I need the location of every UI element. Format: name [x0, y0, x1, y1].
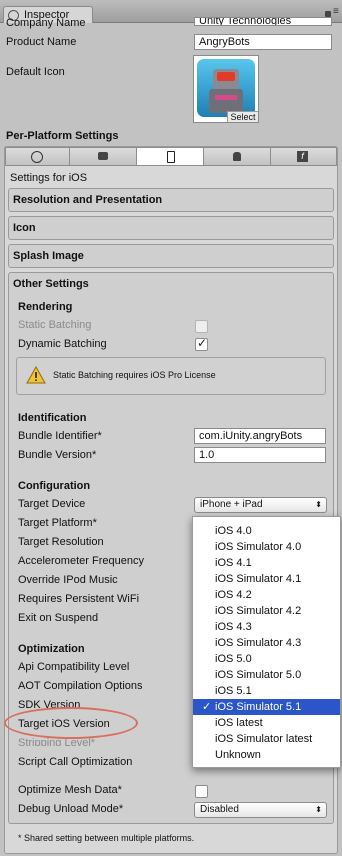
- configuration-heading: Configuration: [18, 480, 91, 492]
- flash-icon: f: [297, 151, 308, 162]
- robot-icon: [197, 59, 255, 117]
- platform-tab-webplayer[interactable]: [69, 147, 137, 166]
- dropdown-option[interactable]: iOS Simulator 4.2: [193, 603, 340, 619]
- accelerometer-label: Accelerometer Frequency: [18, 555, 144, 567]
- dropdown-option[interactable]: iOS Simulator 4.1: [193, 571, 340, 587]
- icon-section-title: Icon: [13, 222, 36, 234]
- identification-heading: Identification: [18, 412, 87, 424]
- optimization-heading: Optimization: [18, 643, 85, 655]
- override-ipod-label: Override IPod Music: [18, 574, 118, 586]
- warning-text: Static Batching requires iOS Pro License: [53, 370, 216, 380]
- select-button[interactable]: Select: [227, 111, 258, 122]
- splash-section-title: Splash Image: [13, 250, 84, 262]
- bundle-identifier-field[interactable]: com.iUnity.angryBots: [194, 428, 326, 444]
- product-name-field[interactable]: AngryBots: [194, 34, 332, 50]
- dynamic-batching-checkbox[interactable]: ✓: [195, 336, 208, 351]
- optimize-mesh-label: Optimize Mesh Data*: [18, 784, 122, 796]
- per-platform-title: Per-Platform Settings: [6, 130, 119, 142]
- bundle-version-field[interactable]: 1.0: [194, 447, 326, 463]
- splash-section[interactable]: Splash Image: [8, 244, 334, 268]
- dropdown-option[interactable]: Unknown: [193, 747, 340, 763]
- platform-tab-standalone[interactable]: [5, 147, 70, 166]
- dynamic-batching-label: Dynamic Batching: [18, 338, 107, 350]
- dropdown-option[interactable]: iOS 5.0: [193, 651, 340, 667]
- menu-icon[interactable]: ≡: [333, 6, 339, 17]
- android-icon: [233, 152, 241, 161]
- resolution-section-title: Resolution and Presentation: [13, 194, 163, 206]
- product-name-label: Product Name: [6, 36, 77, 48]
- dropdown-option[interactable]: iOS 5.1: [193, 683, 340, 699]
- rendering-heading: Rendering: [18, 301, 73, 313]
- dropdown-option[interactable]: iOS 4.0: [193, 523, 340, 539]
- warning-box: Static Batching requires iOS Pro License: [16, 357, 326, 395]
- platform-tab-ios[interactable]: [136, 147, 204, 166]
- target-device-value: iPhone + iPad: [200, 499, 263, 510]
- warning-icon: [26, 366, 46, 384]
- script-call-label: Script Call Optimization: [18, 756, 133, 768]
- default-icon-label: Default Icon: [6, 66, 65, 78]
- checkmark-icon: ✓: [202, 701, 212, 713]
- dropdown-option[interactable]: iOS 4.1: [193, 555, 340, 571]
- dropdown-option[interactable]: iOS Simulator 4.3: [193, 635, 340, 651]
- static-batching-checkbox[interactable]: [195, 320, 208, 333]
- debug-unload-label: Debug Unload Mode*: [18, 803, 124, 815]
- settings-for-label: Settings for iOS: [10, 172, 88, 184]
- icon-section[interactable]: Icon: [8, 216, 334, 240]
- company-name-label: Company Name: [6, 17, 86, 29]
- ios-version-dropdown[interactable]: iOS 4.0 iOS Simulator 4.0 iOS 4.1 iOS Simul…: [192, 516, 341, 768]
- gamepad-icon: [98, 152, 108, 160]
- exit-on-suspend-label: Exit on Suspend: [18, 612, 99, 624]
- other-settings-title[interactable]: Other Settings: [13, 278, 89, 290]
- dropdown-option[interactable]: iOS Simulator 4.0: [193, 539, 340, 555]
- platform-tab-flash[interactable]: f: [270, 147, 337, 166]
- static-batching-label: Static Batching: [18, 319, 92, 331]
- bundle-identifier-label: Bundle Identifier*: [18, 430, 102, 442]
- target-device-label: Target Device: [18, 498, 86, 510]
- resolution-section[interactable]: Resolution and Presentation: [8, 188, 334, 212]
- popup-arrows-icon: ⬍: [315, 500, 322, 509]
- iphone-icon: [167, 151, 175, 163]
- target-device-popup[interactable]: iPhone + iPad ⬍: [194, 497, 327, 513]
- bundle-version-label: Bundle Version*: [18, 449, 97, 461]
- api-compat-label: Api Compatibility Level: [18, 661, 130, 673]
- stripping-level-label: Stripping Level*: [18, 737, 96, 746]
- default-icon-slot[interactable]: Select: [193, 55, 259, 123]
- dropdown-option[interactable]: iOS latest: [193, 715, 340, 731]
- dropdown-option[interactable]: iOS Simulator latest: [193, 731, 340, 747]
- globe-icon: [31, 151, 43, 163]
- target-platform-label: Target Platform*: [18, 517, 97, 529]
- footnote: * Shared setting between multiple platfo…: [18, 833, 195, 843]
- checkmark-icon: ✓: [197, 336, 208, 350]
- requires-wifi-label: Requires Persistent WiFi: [18, 593, 140, 605]
- dropdown-option[interactable]: iOS 4.3: [193, 619, 340, 635]
- popup-arrows-icon: ⬍: [315, 805, 322, 814]
- optimize-mesh-checkbox[interactable]: [195, 785, 208, 798]
- dropdown-option[interactable]: iOS Simulator 5.0: [193, 667, 340, 683]
- platform-tab-android[interactable]: [203, 147, 271, 166]
- target-resolution-label: Target Resolution: [18, 536, 104, 548]
- aot-label: AOT Compilation Options: [18, 680, 143, 692]
- dropdown-option[interactable]: iOS 4.2: [193, 587, 340, 603]
- target-ios-version-label: Target iOS Version: [18, 718, 110, 730]
- debug-unload-popup[interactable]: Disabled ⬍: [194, 802, 327, 818]
- company-name-field[interactable]: Unity Technologies: [194, 17, 332, 26]
- dropdown-option[interactable]: iOS Simulator 5.1 ✓: [193, 699, 340, 715]
- debug-unload-value: Disabled: [200, 804, 239, 815]
